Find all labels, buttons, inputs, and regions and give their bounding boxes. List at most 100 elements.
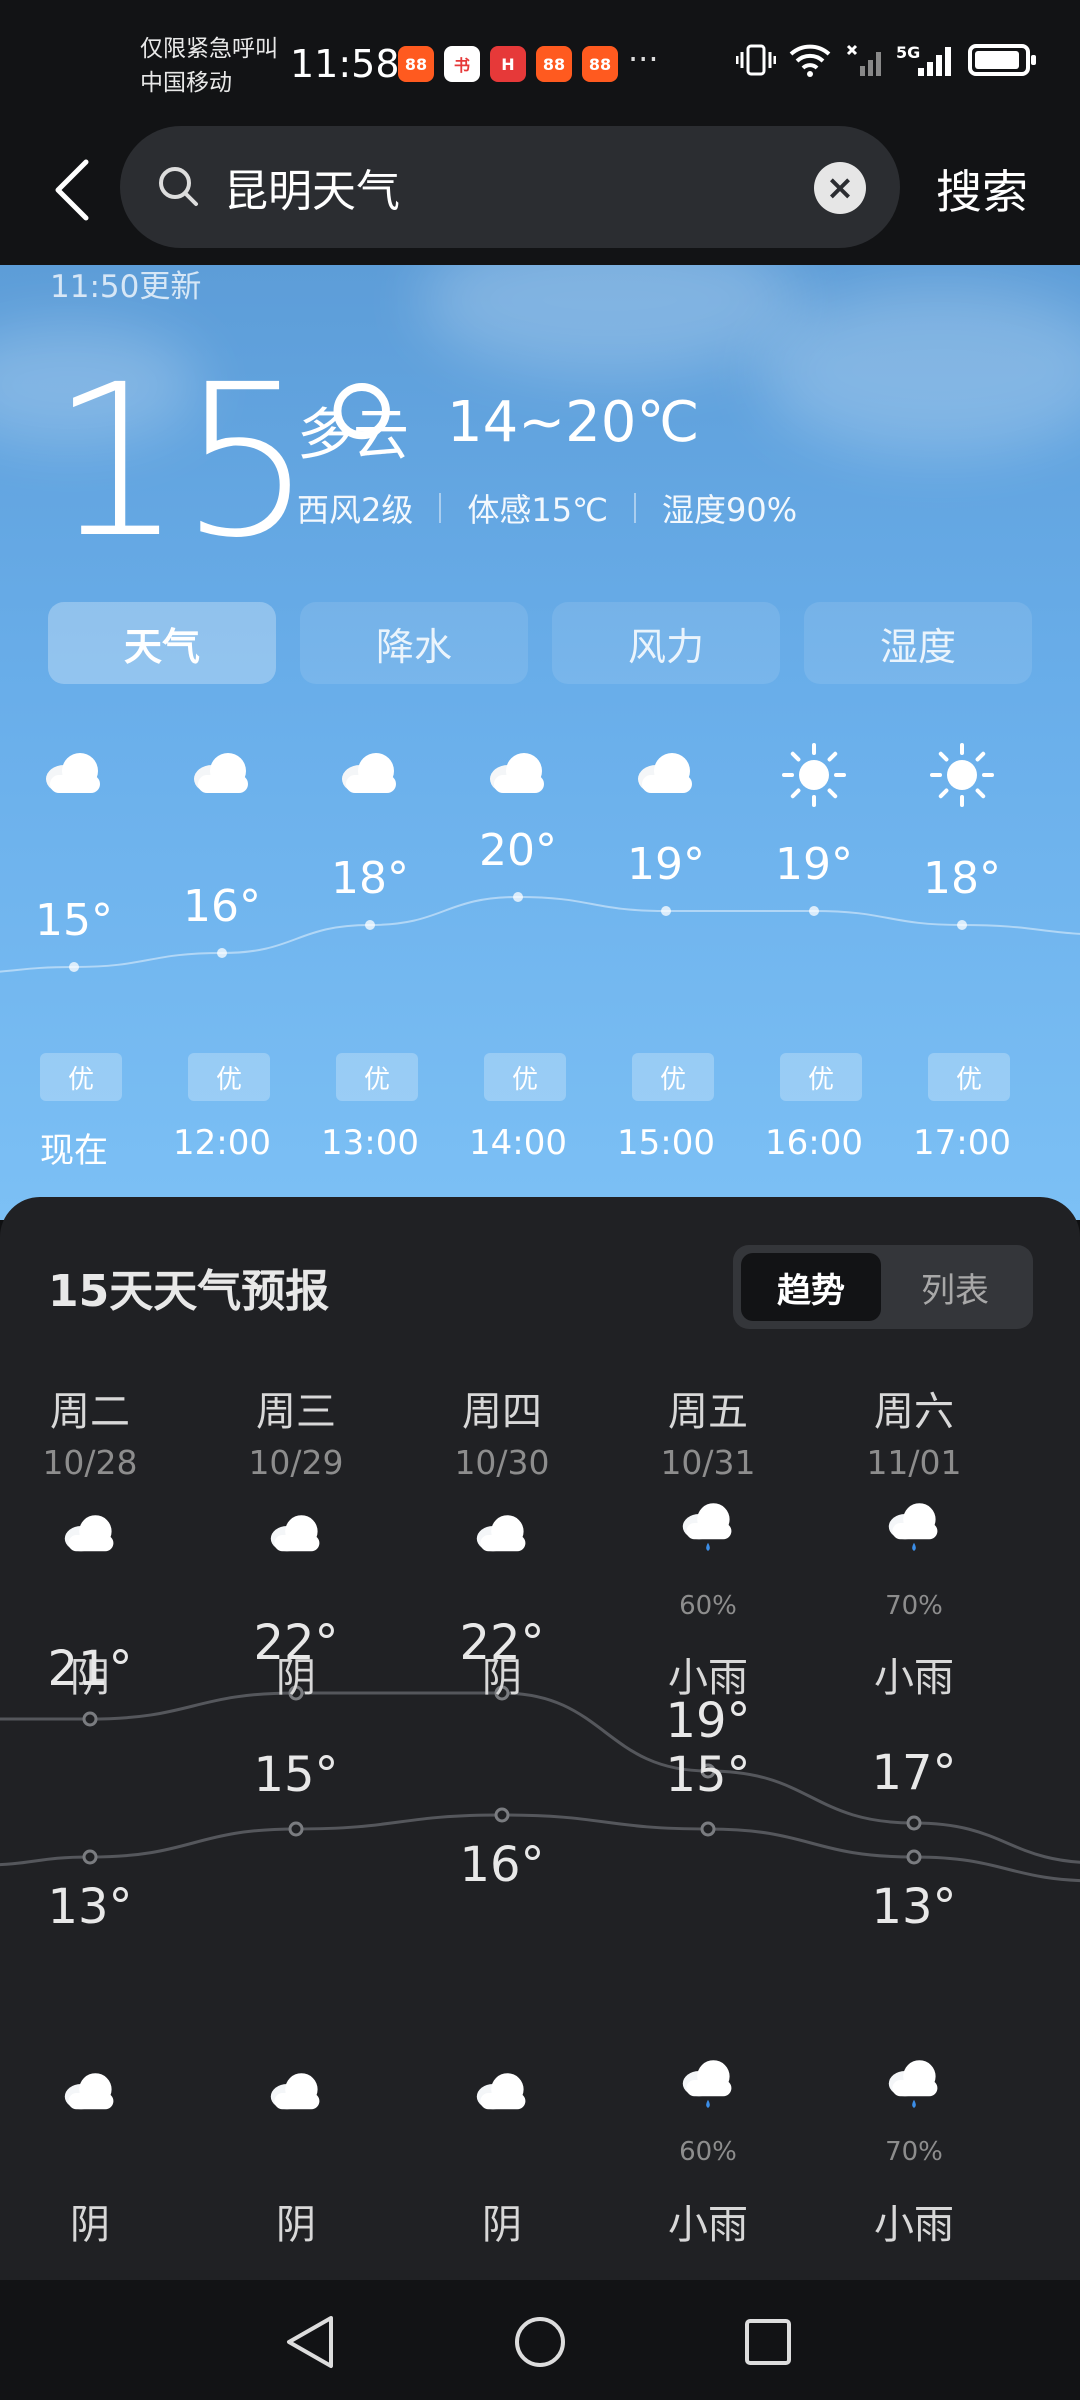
hourly-item[interactable]: 15° 优现在: [0, 735, 148, 1171]
hourly-time: 17:00: [913, 1123, 1011, 1163]
shopping-app-icon: 88: [536, 46, 572, 82]
forecast-day[interactable]: 周二 10/28 阴 21° 13° 阴: [0, 1197, 180, 2248]
humidity: 湿度90%: [662, 491, 798, 529]
hourly-item[interactable]: 18° 优 17:00: [888, 735, 1036, 1163]
tab-humidity[interactable]: 湿度: [804, 602, 1032, 684]
forecast-day[interactable]: 周三 10/29 阴 22° 15° 阴: [206, 1197, 386, 2248]
hourly-forecast[interactable]: 15° 优现在 16° 优 12:00 18° 优 13:00 20° 优 14:00 19° 优 15:…: [0, 735, 1080, 1215]
day-weekday: 周三: [256, 1389, 336, 1435]
day-weekday: 周四: [462, 1389, 542, 1435]
day-high-temperature: 21°: [47, 1641, 133, 1697]
hourly-item[interactable]: 19° 优 15:00: [592, 735, 740, 1163]
square-recents-icon: [745, 2319, 791, 2365]
hourly-time: 现在: [40, 1131, 108, 1171]
navigation-bar: [0, 2280, 1080, 2400]
air-quality-badge: 优: [188, 1053, 270, 1101]
hourly-temperature: 18°: [923, 853, 1001, 904]
rain-cloud-icon: [682, 1503, 732, 1551]
background-cloud: [760, 285, 1080, 455]
hourly-temperature: 19°: [627, 839, 705, 890]
search-header: × 搜索: [0, 120, 1080, 265]
forecast-day[interactable]: 周四 10/30 阴 22° 16° 阴: [412, 1197, 592, 2248]
cloud-icon: [490, 753, 544, 793]
clear-search-button[interactable]: ×: [814, 162, 866, 214]
search-box[interactable]: ×: [120, 126, 900, 248]
cloud-icon: [476, 2073, 526, 2110]
air-quality-badge: 优: [40, 1053, 122, 1101]
night-precip-probability: 60%: [679, 2137, 737, 2167]
update-time: 11:50更新: [50, 269, 202, 305]
day-date: 10/30: [454, 1443, 550, 1482]
hourly-item[interactable]: 18° 优 13:00: [296, 735, 444, 1163]
signal-x-icon: [846, 44, 881, 76]
cloud-icon: [342, 753, 396, 793]
day-date: 10/29: [248, 1443, 344, 1482]
tab-precipitation[interactable]: 降水: [300, 602, 528, 684]
current-weather-panel: 11:50更新 15° 多云 14~20℃ 西风2级 体感15℃ 湿度90% 天…: [0, 265, 1080, 1220]
day-high-temperature: 22°: [459, 1615, 545, 1671]
circle-home-icon: [515, 2317, 565, 2367]
cloud-icon: [194, 753, 248, 793]
day-condition: 小雨: [874, 1655, 954, 1701]
air-quality-badge: 优: [336, 1053, 418, 1101]
hourly-time: 12:00: [173, 1123, 271, 1163]
forecast-day[interactable]: 周五 10/31 60% 小雨 19° 15° 60% 小雨: [618, 1197, 798, 2248]
signal-5g-icon: 5G: [896, 43, 951, 76]
tab-weather[interactable]: 天气: [48, 602, 276, 684]
air-quality-badge: 优: [780, 1053, 862, 1101]
rain-cloud-icon: [888, 2060, 938, 2108]
nav-back-button[interactable]: [270, 2302, 350, 2382]
book-app-icon: 书: [444, 46, 480, 82]
day-low-temperature: 15°: [253, 1747, 339, 1803]
night-condition: 小雨: [874, 2202, 954, 2248]
carrier-line-emergency: 仅限紧急呼叫: [140, 36, 278, 62]
hourly-temperature: 16°: [183, 881, 261, 932]
day-high-temperature: 22°: [253, 1615, 339, 1671]
feels-like: 体感15℃: [467, 491, 609, 529]
back-button[interactable]: [42, 150, 102, 230]
day-low-temperature: 15°: [665, 1747, 751, 1803]
hourly-item[interactable]: 16° 优 12:00: [148, 735, 296, 1163]
hourly-tabs: 天气 降水 风力 湿度: [48, 602, 1032, 684]
current-condition: 多云: [297, 403, 409, 468]
search-icon: [159, 167, 198, 206]
battery-icon: [968, 44, 1036, 76]
nav-home-button[interactable]: [500, 2302, 580, 2382]
hourly-temperature: 18°: [331, 853, 409, 904]
nav-recents-button[interactable]: [728, 2302, 808, 2382]
status-bar: 仅限紧急呼叫 中国移动 11:58 88 书 H 88 88 ··· 5G: [0, 0, 1080, 130]
night-condition: 阴: [70, 2202, 110, 2248]
day-weekday: 周二: [50, 1389, 130, 1435]
day-low-temperature: 16°: [459, 1837, 545, 1893]
temperature-range: 14~20℃: [447, 390, 700, 455]
cloud-icon: [64, 1515, 114, 1552]
cloud-icon: [46, 753, 100, 793]
more-notifications-icon: ···: [628, 40, 659, 78]
cloud-icon: [64, 2073, 114, 2110]
hourly-item[interactable]: 20° 优 14:00: [444, 735, 592, 1163]
shopping-app-icon: 88: [582, 46, 618, 82]
air-quality-badge: 优: [484, 1053, 566, 1101]
background-cloud: [420, 265, 800, 375]
night-condition: 阴: [276, 2202, 316, 2248]
hourly-time: 14:00: [469, 1123, 567, 1163]
search-input[interactable]: [224, 152, 784, 222]
night-precip-probability: 70%: [885, 2137, 943, 2167]
sun-icon: [782, 743, 846, 807]
day-date: 11/01: [866, 1443, 962, 1482]
sun-icon: [930, 743, 994, 807]
cloud-icon: [270, 1515, 320, 1552]
wifi-icon: [789, 44, 831, 77]
search-button[interactable]: 搜索: [936, 156, 1028, 222]
forecast-card: 15天天气预报 趋势 列表 周二 10/28 阴 21° 13° 阴周三 10/29 阴 22°…: [0, 1197, 1080, 2280]
triangle-back-icon: [287, 2316, 333, 2368]
hourly-item[interactable]: 19° 优 16:00: [740, 735, 888, 1163]
hourly-temperature: 20°: [479, 825, 557, 876]
rain-cloud-icon: [888, 1503, 938, 1551]
forecast-day[interactable]: 周六 11/01 70% 小雨 17° 13° 70% 小雨: [824, 1197, 1004, 2248]
tab-wind[interactable]: 风力: [552, 602, 780, 684]
day-weekday: 周五: [668, 1389, 748, 1435]
carrier-info: 仅限紧急呼叫 中国移动: [140, 32, 278, 100]
huawei-app-icon: H: [490, 46, 526, 82]
day-precip-probability: 70%: [885, 1591, 943, 1621]
